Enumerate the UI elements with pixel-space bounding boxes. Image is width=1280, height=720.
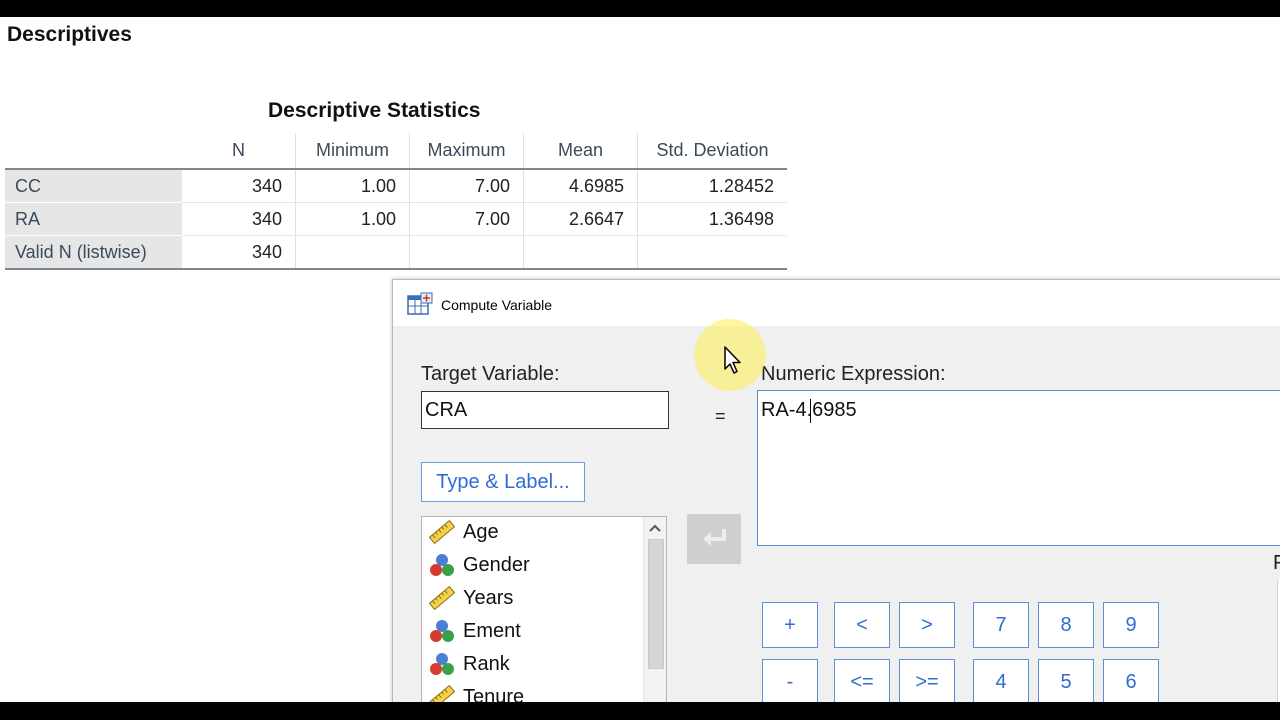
key-5-button[interactable]: 5: [1038, 659, 1094, 702]
numeric-expression-text: RA-4.6985: [761, 399, 857, 421]
cell-n: 340: [182, 235, 296, 270]
variable-name: Years: [463, 586, 514, 609]
move-to-expression-button[interactable]: [687, 514, 741, 564]
scrollbar-thumb[interactable]: [648, 539, 664, 669]
key-6-button[interactable]: 6: [1103, 659, 1159, 702]
key-9-button[interactable]: 9: [1103, 602, 1159, 648]
dialog-title: Compute Variable: [441, 297, 553, 313]
cell-mean: [523, 235, 638, 270]
dialog-titlebar[interactable]: Compute Variable: [393, 280, 1280, 326]
table-row: CC 340 1.00 7.00 4.6985 1.28452: [5, 169, 787, 203]
corner-cell: [5, 133, 182, 170]
variable-list-scrollbar[interactable]: [643, 517, 666, 702]
key-plus-button[interactable]: +: [762, 602, 818, 648]
output-heading: Descriptives: [7, 23, 132, 46]
list-item[interactable]: Tenure: [428, 682, 524, 702]
table-row: Valid N (listwise) 340: [5, 235, 787, 270]
cell-std-deviation: 1.28452: [637, 169, 787, 203]
cell-std-deviation: 1.36498: [637, 202, 787, 236]
numeric-expression-input[interactable]: RA-4.6985: [757, 390, 1280, 546]
table-header-row: N Minimum Maximum Mean Std. Deviation: [5, 133, 787, 170]
key-greater-than-button[interactable]: >: [899, 602, 955, 648]
cell-maximum: 7.00: [409, 202, 524, 236]
variable-name: Tenure: [463, 685, 525, 703]
cell-n: 340: [182, 202, 296, 236]
descriptive-statistics-table: N Minimum Maximum Mean Std. Deviation CC…: [5, 133, 787, 270]
arrow-left-icon: [703, 528, 726, 546]
cell-mean: 2.6647: [523, 202, 638, 236]
functions-label-partial: F: [1273, 552, 1280, 574]
cell-maximum: 7.00: [409, 169, 524, 203]
equals-sign: =: [715, 406, 726, 426]
nominal-balls-icon: [430, 554, 454, 576]
key-less-equal-button[interactable]: <=: [834, 659, 890, 702]
nominal-balls-icon: [430, 620, 454, 642]
cell-minimum: [295, 235, 410, 270]
nominal-balls-icon: [430, 653, 454, 675]
list-item[interactable]: Rank: [428, 649, 510, 679]
column-header-mean: Mean: [523, 133, 638, 170]
scroll-up-arrow-icon[interactable]: [646, 520, 664, 536]
key-7-button[interactable]: 7: [973, 602, 1029, 648]
scale-ruler-icon: [428, 519, 456, 545]
cell-maximum: [409, 235, 524, 270]
list-item[interactable]: Years: [428, 583, 513, 613]
scale-ruler-icon: [428, 585, 456, 611]
variable-list[interactable]: Age Gender Years Ement Rank Tenure: [421, 516, 667, 702]
cell-minimum: 1.00: [295, 169, 410, 203]
list-item[interactable]: Gender: [428, 550, 530, 580]
row-label: RA: [5, 202, 182, 236]
variable-name: Ement: [463, 619, 521, 642]
key-8-button[interactable]: 8: [1038, 602, 1094, 648]
column-header-n: N: [182, 133, 296, 170]
key-minus-button[interactable]: -: [762, 659, 818, 702]
output-viewer: Descriptives Descriptive Statistics N Mi…: [0, 17, 1280, 702]
column-header-minimum: Minimum: [295, 133, 410, 170]
cell-mean: 4.6985: [523, 169, 638, 203]
variable-name: Gender: [463, 553, 530, 576]
type-and-label-button[interactable]: Type & Label...: [421, 462, 585, 502]
column-header-maximum: Maximum: [409, 133, 524, 170]
list-item[interactable]: Ement: [428, 616, 521, 646]
compute-variable-dialog: Compute Variable Target Variable: = Nume…: [392, 279, 1280, 702]
cell-minimum: 1.00: [295, 202, 410, 236]
key-less-than-button[interactable]: <: [834, 602, 890, 648]
compute-variable-icon: [407, 292, 433, 315]
variable-name: Rank: [463, 652, 510, 675]
table-title: Descriptive Statistics: [268, 99, 481, 122]
list-item[interactable]: Age: [428, 517, 499, 547]
target-variable-input[interactable]: [421, 391, 669, 429]
mouse-pointer-icon: [724, 346, 741, 374]
key-4-button[interactable]: 4: [973, 659, 1029, 702]
cell-std-deviation: [637, 235, 787, 270]
column-header-std-deviation: Std. Deviation: [637, 133, 787, 170]
target-variable-label: Target Variable:: [421, 363, 560, 385]
text-caret: [810, 399, 811, 423]
key-greater-equal-button[interactable]: >=: [899, 659, 955, 702]
cell-n: 340: [182, 169, 296, 203]
row-label: Valid N (listwise): [5, 235, 182, 270]
scale-ruler-icon: [428, 684, 456, 702]
variable-name: Age: [463, 520, 499, 543]
row-label: CC: [5, 169, 182, 203]
table-row: RA 340 1.00 7.00 2.6647 1.36498: [5, 202, 787, 236]
numeric-expression-label: Numeric Expression:: [761, 363, 946, 385]
